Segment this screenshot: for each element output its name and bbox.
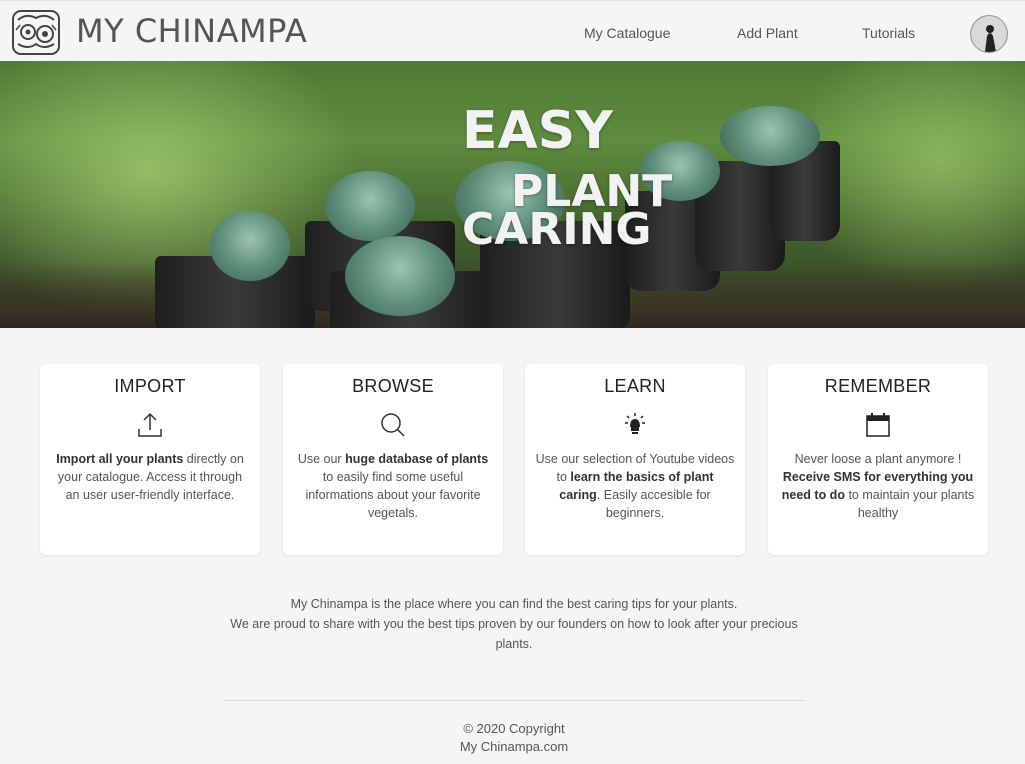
- user-silhouette-icon: [971, 16, 1007, 52]
- feature-card-import: IMPORT Import all your plants directly o…: [40, 364, 260, 555]
- card-text: Use our: [297, 452, 346, 466]
- hero-line-caring: CARING: [462, 204, 652, 255]
- card-description: Never loose a plant anymore ! Receive SM…: [778, 450, 978, 522]
- calendar-icon: [866, 413, 890, 437]
- upload-icon: [138, 412, 162, 437]
- card-description: Use our selection of Youtube videos to l…: [535, 450, 735, 522]
- about-section: My Chinampa is the place where you can f…: [212, 594, 816, 654]
- about-line: We are proud to share with you the best …: [230, 617, 798, 651]
- search-icon: [381, 413, 405, 437]
- card-text: to easily find some useful informations …: [305, 470, 481, 520]
- brand-title[interactable]: MY CHINAMPA: [76, 12, 307, 50]
- feature-card-learn: LEARN Use our selection of Youtube video…: [525, 364, 745, 555]
- copyright-text: © 2020 Copyright: [463, 721, 565, 736]
- hero-banner: EASY PLANT CARING: [0, 61, 1025, 328]
- card-highlight: huge database of plants: [345, 452, 489, 466]
- card-highlight: Import all your plants: [56, 452, 184, 466]
- feature-card-browse: BROWSE Use our huge database of plants t…: [283, 364, 503, 555]
- nav-tutorials[interactable]: Tutorials: [862, 25, 915, 41]
- site-name-link[interactable]: My Chinampa.com: [312, 738, 716, 756]
- chinampa-logo-icon[interactable]: [12, 10, 60, 55]
- card-text: Never loose a plant anymore !: [794, 452, 962, 466]
- succulent: [210, 211, 290, 281]
- user-avatar[interactable]: [970, 15, 1008, 53]
- card-title: REMEMBER: [824, 376, 932, 396]
- nav-add-plant[interactable]: Add Plant: [737, 25, 798, 41]
- card-description: Import all your plants directly on your …: [50, 450, 250, 504]
- card-title: IMPORT: [114, 376, 186, 396]
- succulent: [720, 106, 820, 166]
- hero-line-easy: EASY: [462, 101, 613, 161]
- card-text: to maintain your plants healthy: [844, 488, 975, 520]
- card-description: Use our huge database of plants to easil…: [293, 450, 493, 522]
- succulent: [325, 171, 415, 241]
- header: MY CHINAMPA My Catalogue Add Plant Tutor…: [0, 0, 1025, 61]
- card-text: . Easily accesible for beginners.: [596, 488, 711, 520]
- footer: © 2020 Copyright My Chinampa.com: [312, 720, 716, 756]
- about-line: My Chinampa is the place where you can f…: [290, 597, 738, 611]
- card-title: LEARN: [604, 376, 666, 396]
- card-title: BROWSE: [352, 376, 434, 396]
- succulent: [345, 236, 455, 316]
- feature-card-remember: REMEMBER Never loose a plant anymore ! R…: [768, 364, 988, 555]
- nav-my-catalogue[interactable]: My Catalogue: [584, 25, 670, 41]
- footer-divider: [223, 700, 805, 701]
- lightbulb-icon: [625, 413, 645, 434]
